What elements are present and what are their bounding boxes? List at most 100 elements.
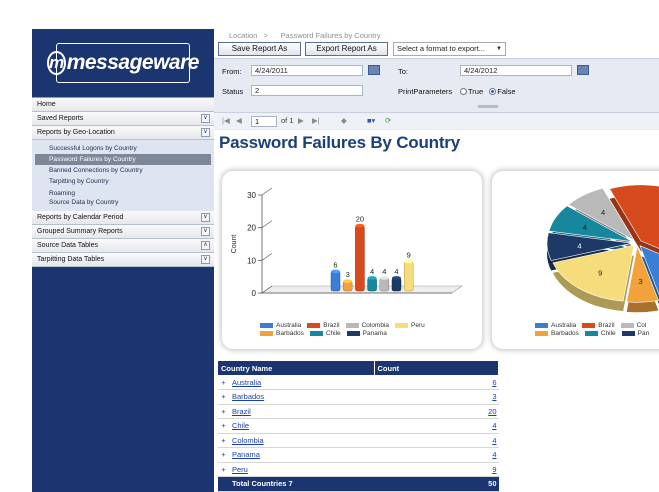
- chevron-down-icon[interactable]: ∨: [201, 128, 210, 137]
- count-link[interactable]: 4: [492, 450, 496, 459]
- table-row: + Barbados 3: [218, 389, 499, 405]
- false-radio[interactable]: [489, 88, 497, 95]
- nav-geo-location[interactable]: Reports by Geo-Location ∨: [32, 126, 214, 140]
- y-tick-depth: [261, 253, 273, 261]
- calendar-icon[interactable]: [577, 65, 589, 75]
- legend-item: Pan: [621, 329, 649, 337]
- country-table: Country Name Count + Australia 6 + Barbados 3…: [218, 361, 499, 492]
- bar: [391, 277, 402, 292]
- chevron-down-icon[interactable]: ∨: [201, 114, 210, 123]
- country-link[interactable]: Peru: [232, 465, 248, 474]
- bar-top: [367, 276, 377, 280]
- sidebar: m messageware Home Saved Reports ∨ Reports…: [32, 29, 214, 492]
- nav-geo-location-label: Reports by Geo-Location: [37, 129, 115, 136]
- count-link[interactable]: 9: [492, 465, 496, 474]
- bar-value-label: 4: [394, 267, 398, 276]
- y-tick-label: 20: [247, 224, 256, 233]
- sidebar-item-successful-logons[interactable]: Successful Logons by Country: [32, 143, 214, 154]
- export-icon[interactable]: ■▾: [367, 116, 375, 125]
- chevron-down-icon[interactable]: ∨: [201, 213, 210, 222]
- nav-tarpitting-data[interactable]: Tarpitting Data Tables ∨: [32, 253, 214, 267]
- column-header-count[interactable]: Count: [374, 361, 499, 375]
- first-page-icon[interactable]: |◀: [222, 116, 230, 125]
- sidebar-item-password-failures[interactable]: Password Failures by Country: [35, 154, 211, 165]
- expand-icon[interactable]: +: [218, 375, 229, 390]
- bar-top: [355, 223, 365, 228]
- nav-saved-reports[interactable]: Saved Reports ∨: [32, 112, 214, 126]
- bar-value-label: 20: [356, 215, 364, 224]
- legend-label: Panama: [362, 329, 387, 337]
- count-link[interactable]: 20: [488, 407, 496, 416]
- last-page-icon[interactable]: ▶|: [312, 116, 320, 125]
- messageware-logo: m messageware: [47, 43, 199, 83]
- country-link[interactable]: Brazil: [232, 407, 251, 416]
- bar-chart-card: 0 10 20 30 Count 6 3 20 4 4 4 9 Australia Brazil Colo…: [221, 170, 483, 350]
- table-row: + Brazil 20: [218, 404, 499, 419]
- print-parameters-options: True False: [456, 87, 516, 96]
- expand-icon[interactable]: +: [218, 462, 229, 477]
- pie-slice-label: 4: [583, 223, 587, 232]
- status-label: Status: [222, 87, 244, 96]
- pie-slice-label: 9: [598, 268, 602, 277]
- table-row: + Australia 6: [218, 375, 499, 390]
- count-link[interactable]: 4: [492, 421, 496, 430]
- y-tick-depth: [261, 187, 273, 196]
- to-date-input[interactable]: 4/24/2012: [460, 65, 572, 76]
- country-link[interactable]: Panama: [232, 450, 260, 459]
- page-number-input[interactable]: 1: [251, 116, 277, 127]
- bar: [367, 277, 377, 292]
- false-label: False: [497, 87, 516, 96]
- breadcrumb: Location > Password Failures by Country: [229, 31, 381, 40]
- country-link[interactable]: Barbados: [232, 392, 264, 401]
- bar-value-label: 3: [346, 270, 350, 279]
- breadcrumb-root[interactable]: Location: [229, 31, 257, 40]
- bar-value-label: 4: [382, 267, 386, 276]
- report-toolbar: Location > Password Failures by Country …: [214, 29, 659, 130]
- chevron-down-icon[interactable]: ∨: [201, 255, 210, 264]
- find-icon[interactable]: ◆: [341, 116, 347, 125]
- table-row: + Peru 9: [218, 462, 499, 477]
- country-link[interactable]: Australia: [232, 378, 261, 387]
- next-page-icon[interactable]: ▶: [298, 116, 304, 125]
- expand-icon[interactable]: +: [218, 389, 229, 405]
- count-link[interactable]: 6: [492, 378, 496, 387]
- legend-label: Barbados: [551, 329, 579, 337]
- status-input[interactable]: 2: [251, 85, 363, 96]
- count-link[interactable]: 4: [492, 436, 496, 445]
- splitter-handle[interactable]: [478, 105, 498, 108]
- bar-value-label: 6: [333, 260, 337, 269]
- from-date-input[interactable]: 4/24/2011: [251, 65, 363, 76]
- sidebar-item-roaming[interactable]: Roaming Source Data by Country: [32, 187, 214, 208]
- count-link[interactable]: 3: [492, 392, 496, 401]
- nav-home[interactable]: Home: [32, 98, 214, 112]
- export-format-select[interactable]: Select a format to export... ▼: [393, 42, 506, 56]
- refresh-icon[interactable]: ⟳: [385, 116, 391, 125]
- true-radio[interactable]: [460, 88, 467, 95]
- save-report-button[interactable]: Save Report As: [218, 42, 301, 56]
- export-report-button[interactable]: Export Report As: [305, 42, 388, 56]
- expand-icon[interactable]: +: [218, 433, 229, 448]
- sidebar-item-banned-connections[interactable]: Banned Connections by Country: [32, 165, 214, 176]
- export-format-value: Select a format to export...: [397, 44, 485, 53]
- true-label: True: [468, 87, 484, 96]
- geo-submenu: Successful Logons by Country Password Fa…: [32, 140, 214, 211]
- total-value: 50: [374, 476, 499, 492]
- nav-grouped-summary[interactable]: Grouped Summary Reports ∨: [32, 225, 214, 239]
- expand-icon[interactable]: +: [218, 447, 229, 463]
- country-link[interactable]: Colombia: [232, 436, 264, 445]
- expand-icon[interactable]: +: [218, 404, 229, 419]
- sidebar-item-tarpitting[interactable]: Tarpitting by Country: [32, 176, 214, 187]
- chevron-up-icon[interactable]: ∧: [201, 241, 210, 250]
- table-row: + Colombia 4: [218, 433, 499, 448]
- prev-page-icon[interactable]: ◀: [236, 116, 242, 125]
- country-link[interactable]: Chile: [232, 421, 249, 430]
- nav-source-data[interactable]: Source Data Tables ∧: [32, 239, 214, 253]
- calendar-icon[interactable]: [368, 65, 380, 75]
- country-name-cell: Peru: [229, 462, 374, 477]
- nav-calendar-period[interactable]: Reports by Calendar Period ∨: [32, 211, 214, 225]
- bar-chart-legend: Australia Brazil Colombia Peru Barbados Chile…: [260, 321, 460, 337]
- logo-text: messageware: [66, 51, 200, 74]
- chevron-down-icon[interactable]: ∨: [201, 227, 210, 236]
- expand-icon[interactable]: +: [218, 418, 229, 434]
- column-header-country[interactable]: Country Name: [218, 361, 375, 375]
